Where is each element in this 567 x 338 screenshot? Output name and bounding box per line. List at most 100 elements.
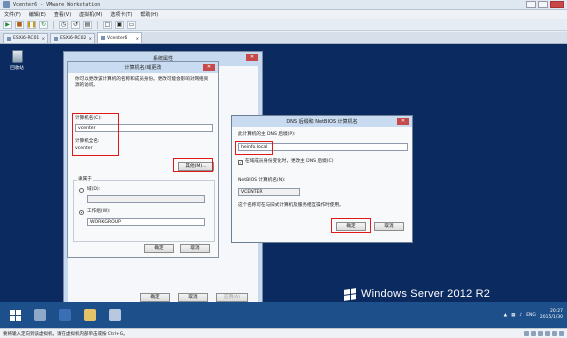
tab-esxi6-rc02[interactable]: ESXi6-RC02 ×	[50, 33, 95, 43]
tab-label: Vcenter6	[107, 35, 128, 41]
volume-icon[interactable]: ♪	[519, 313, 522, 318]
tab-esxi6-rc01[interactable]: ESXi6-RC01 ×	[3, 33, 48, 43]
workgroup-radio[interactable]	[79, 210, 84, 215]
netbios-note: 这个名称可在与旧式计算机及服务相互操作时使用。	[238, 203, 344, 208]
tray-arrow-icon[interactable]: ▲	[504, 313, 507, 318]
highlight-computer-name	[72, 113, 119, 156]
netbios-input[interactable]: VCENTER	[238, 188, 300, 196]
usb-icon[interactable]	[545, 331, 550, 336]
domain-label: 域(D):	[87, 187, 101, 192]
menu-bar: 文件(F) 编辑(E) 查看(V) 虚拟机(M) 选项卡(T) 帮助(H)	[0, 10, 567, 19]
revert-snapshot-icon[interactable]: ↺	[71, 20, 80, 29]
vm-icon	[54, 36, 58, 41]
highlight-other-button	[173, 158, 213, 172]
server-manager-taskbar-button[interactable]	[30, 305, 50, 325]
server-manager-icon	[34, 309, 46, 321]
maximize-button[interactable]	[538, 1, 548, 8]
close-icon[interactable]: ✕	[203, 64, 215, 71]
dialog-title: DNS 后缀和 NetBIOS 计算机名	[286, 119, 358, 125]
close-tab-icon[interactable]: ×	[136, 36, 139, 41]
windows-version-text: Windows Server 2012 R2	[361, 288, 491, 300]
highlight-dns-suffix	[235, 141, 273, 155]
display-icon[interactable]	[559, 331, 564, 336]
input-language[interactable]: ENG	[526, 313, 536, 318]
system-tray: ▲ ▦ ♪ ENG 20:27 2015/1/30	[504, 309, 567, 321]
change-suffix-checkbox[interactable]: ✓	[238, 160, 243, 165]
vmware-title-bar: Vcenter6 - VMware Workstation	[0, 0, 567, 10]
dns-suffix-dialog: DNS 后缀和 NetBIOS 计算机名 ✕ 此计算机的主 DNS 后缀(P):…	[231, 115, 413, 243]
description-text: 源的访问。	[75, 83, 98, 88]
power-off-icon[interactable]: ■	[15, 20, 24, 29]
sysprop-apply-button[interactable]: 应用(A)	[216, 293, 248, 302]
menu-file[interactable]: 文件(F)	[4, 11, 21, 18]
tab-label: ESXi6-RC01	[13, 36, 40, 41]
start-button[interactable]	[5, 305, 25, 325]
close-tab-icon[interactable]: ×	[42, 36, 45, 41]
recycle-bin-label: 回收站	[10, 66, 24, 71]
sound-icon[interactable]	[552, 331, 557, 336]
recycle-bin[interactable]: 回收站	[6, 50, 28, 71]
domain-radio[interactable]	[79, 188, 84, 193]
menu-edit[interactable]: 编辑(E)	[29, 11, 46, 18]
powershell-icon	[59, 309, 71, 321]
dns-cancel-button[interactable]: 取消	[374, 222, 404, 231]
netbios-label: NetBIOS 计算机名(N):	[238, 178, 286, 183]
explorer-taskbar-button[interactable]	[80, 305, 100, 325]
sysprop-cancel-button[interactable]: 取消	[178, 293, 208, 302]
status-text: 要将输入定向到该虚拟机，请在虚拟机内部单击或按 Ctrl+G。	[3, 331, 128, 337]
menu-view[interactable]: 查看(V)	[54, 11, 71, 18]
tab-vcenter6[interactable]: Vcenter6 ×	[97, 32, 142, 43]
clock[interactable]: 20:27 2015/1/30	[540, 309, 563, 321]
primary-suffix-label: 此计算机的主 DNS 后缀(P):	[238, 132, 296, 137]
powershell-taskbar-button[interactable]	[55, 305, 75, 325]
unity-icon[interactable]: ▣	[115, 20, 124, 29]
folder-icon	[84, 309, 96, 321]
tab-label: ESXi6-RC02	[60, 36, 87, 41]
highlight-dns-ok	[331, 218, 371, 233]
system-icon	[109, 309, 121, 321]
console-view-icon[interactable]: ▭	[127, 20, 136, 29]
suspend-icon[interactable]: ❚❚	[26, 20, 37, 29]
cd-drive-icon[interactable]	[531, 331, 536, 336]
window-controls	[526, 1, 564, 8]
dialog-title: 计算机名/域更改	[124, 65, 162, 71]
cn-cancel-button[interactable]: 取消	[180, 244, 210, 253]
workgroup-label: 工作组(W):	[87, 209, 111, 214]
status-bar: 要将输入定向到该虚拟机，请在虚拟机内部单击或按 Ctrl+G。	[0, 328, 567, 338]
toolbar: ▶ ■ ❚❚ ↻ ◷ ↺ ▤ □ ▣ ▭	[0, 19, 567, 31]
menu-tabs[interactable]: 选项卡(T)	[110, 11, 132, 18]
network-icon[interactable]: ▦	[511, 313, 515, 318]
full-screen-icon[interactable]: □	[103, 20, 112, 29]
sysprop-ok-button[interactable]: 确定	[140, 293, 170, 302]
snapshot-icon[interactable]: ◷	[59, 20, 68, 29]
menu-help[interactable]: 帮助(H)	[140, 11, 158, 18]
close-icon[interactable]: ✕	[246, 54, 258, 61]
windows-logo-icon	[344, 287, 356, 301]
device-icons	[524, 331, 567, 336]
close-window-button[interactable]	[550, 1, 564, 8]
snapshot-manager-icon[interactable]: ▤	[83, 20, 92, 29]
cn-ok-button[interactable]: 确定	[144, 244, 174, 253]
close-tab-icon[interactable]: ×	[89, 36, 92, 41]
restart-icon[interactable]: ↻	[39, 20, 48, 29]
vm-icon	[7, 36, 11, 41]
minimize-button[interactable]	[526, 1, 536, 8]
recycle-bin-icon	[11, 50, 23, 63]
clock-date: 2015/1/30	[539, 315, 563, 320]
hard-disk-icon[interactable]	[524, 331, 529, 336]
menu-vm[interactable]: 虚拟机(M)	[79, 11, 102, 18]
close-icon[interactable]: ✕	[397, 118, 409, 125]
vmware-logo-icon	[3, 1, 10, 8]
dialog-title-bar: 计算机名/域更改 ✕	[68, 62, 218, 73]
power-on-icon[interactable]: ▶	[3, 20, 12, 29]
windows-branding: Windows Server 2012 R2	[344, 287, 491, 301]
taskbar: ▲ ▦ ♪ ENG 20:27 2015/1/30	[0, 302, 567, 328]
toolbar-separator	[53, 20, 54, 29]
start-icon	[9, 309, 21, 321]
system-taskbar-button[interactable]	[105, 305, 125, 325]
vm-tab-strip: ESXi6-RC01 × ESXi6-RC02 × Vcenter6 ×	[0, 32, 567, 44]
network-adapter-icon[interactable]	[538, 331, 543, 336]
domain-input[interactable]	[87, 195, 205, 203]
workgroup-input[interactable]: WORKGROUP	[87, 218, 205, 226]
toolbar-separator	[97, 20, 98, 29]
